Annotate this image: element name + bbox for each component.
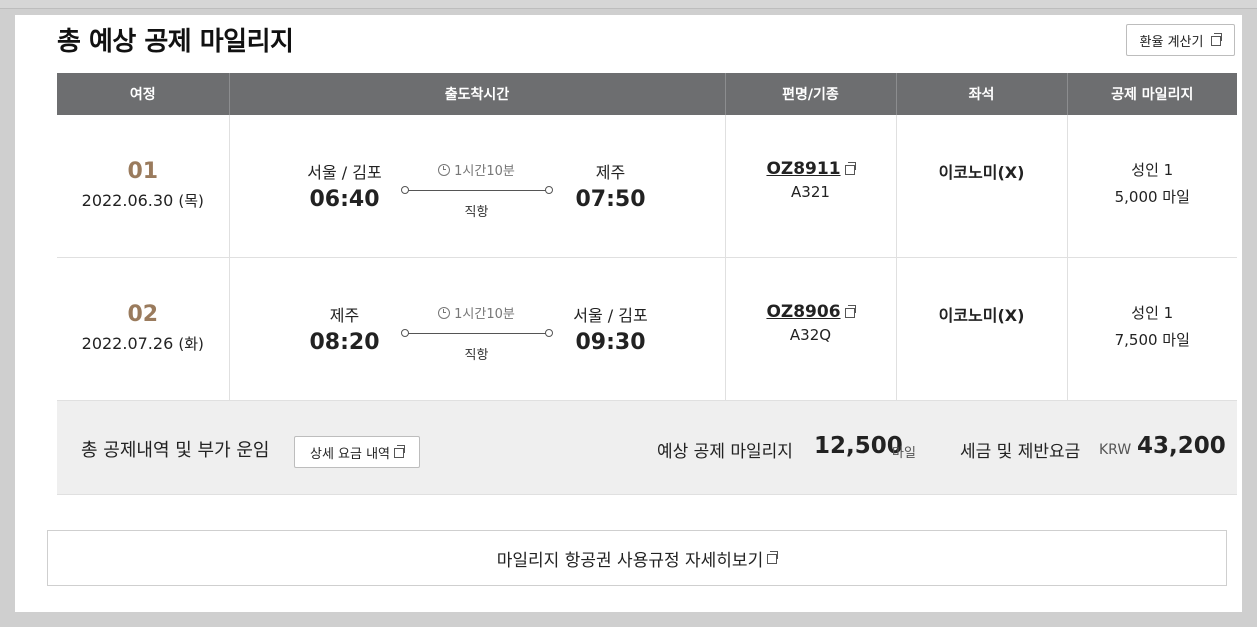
- header-itinerary: 여정: [57, 73, 230, 115]
- exchange-calculator-button[interactable]: 환율 계산기: [1126, 24, 1235, 56]
- itinerary-cell: 01 2022.06.30 (목): [57, 115, 230, 258]
- table-header-row: 여정 출도착시간 편명/기종 좌석 공제 마일리지: [57, 73, 1237, 115]
- mileage-rules-label: 마일리지 항공권 사용규정 자세히보기: [496, 550, 764, 571]
- header-flight-aircraft: 편명/기종: [725, 73, 897, 115]
- tax-value: 43,200: [1137, 433, 1226, 459]
- duration: 1시간10분: [401, 303, 553, 322]
- arrival-city: 제주: [595, 163, 626, 182]
- exchange-calculator-label: 환율 계산기: [1139, 34, 1204, 50]
- segment-date: 2022.07.26 (화): [57, 333, 229, 354]
- flight-number: OZ8906: [766, 302, 841, 322]
- tax-label: 세금 및 제반요금: [960, 442, 1081, 462]
- route-type: 직항: [464, 205, 489, 220]
- duration-value: 1시간10분: [454, 164, 515, 179]
- header-deducted-miles: 공제 마일리지: [1067, 73, 1237, 115]
- flight-number-link[interactable]: OZ8911: [726, 159, 896, 179]
- departure-city: 서울 / 김포: [307, 163, 382, 182]
- route-cell: 제주 08:20 1시간10분 직항 서울 / 김포 09:30: [229, 257, 726, 401]
- clock-icon: [438, 307, 451, 319]
- mileage-rules-button[interactable]: 마일리지 항공권 사용규정 자세히보기: [47, 530, 1227, 586]
- summary-bar: 총 공제내역 및 부가 운임 상세 요금 내역 예상 공제 마일리지 12,50…: [57, 401, 1237, 495]
- estimated-miles-value: 12,500: [814, 433, 903, 459]
- miles-cell: 성인 1 7,500 마일: [1067, 257, 1237, 401]
- external-link-icon: [394, 445, 406, 458]
- seat-class: 이코노미(X): [938, 306, 1025, 325]
- seat-class: 이코노미(X): [938, 163, 1025, 182]
- segment-date: 2022.06.30 (목): [57, 190, 229, 211]
- departure-time: 08:20: [309, 330, 380, 355]
- flight-path: 1시간10분 직항: [400, 303, 553, 363]
- passenger-count: 성인 1: [1131, 161, 1174, 179]
- passenger-count: 성인 1: [1131, 304, 1174, 322]
- tax-currency: KRW: [1099, 442, 1132, 458]
- header-dep-arr-time: 출도착시간: [229, 73, 726, 115]
- flight-number: OZ8911: [766, 159, 841, 179]
- mileage-panel: 총 예상 공제 마일리지 환율 계산기 여정 출도착시간 편명/기종 좌석 공제…: [15, 15, 1242, 612]
- duration: 1시간10분: [401, 160, 553, 179]
- clock-icon: [438, 164, 451, 176]
- page-title: 총 예상 공제 마일리지: [57, 27, 294, 57]
- top-border: [0, 0, 1257, 9]
- external-link-icon: [1211, 33, 1223, 46]
- segment-date-value: 2022.07.26: [81, 334, 174, 353]
- miles-cell: 성인 1 5,000 마일: [1067, 115, 1237, 258]
- route-line: [400, 328, 553, 340]
- flight-cell: OZ8911 A321: [725, 115, 897, 258]
- departure: 서울 / 김포 06:40: [275, 159, 415, 212]
- flight-table: 여정 출도착시간 편명/기종 좌석 공제 마일리지 01 2022.06.30 …: [57, 73, 1237, 401]
- departure: 제주 08:20: [275, 302, 415, 355]
- flight-number-link[interactable]: OZ8906: [726, 302, 896, 322]
- summary-label: 총 공제내역 및 부가 운임: [81, 440, 270, 461]
- route-cell: 서울 / 김포 06:40 1시간10분 직항 제주 07:50: [229, 115, 726, 258]
- arrival-city: 서울 / 김포: [573, 306, 648, 325]
- duration-value: 1시간10분: [454, 307, 515, 322]
- segment-date-value: 2022.06.30: [81, 191, 174, 210]
- estimated-miles-unit: 마일: [892, 446, 916, 461]
- external-link-icon: [767, 551, 779, 564]
- arrival: 제주 07:50: [541, 159, 681, 212]
- deducted-miles: 7,500 마일: [1114, 331, 1190, 349]
- external-link-icon: [844, 305, 856, 318]
- fare-detail-button[interactable]: 상세 요금 내역: [294, 436, 420, 468]
- flight-path: 1시간10분 직항: [400, 160, 553, 220]
- segment-number: 01: [127, 159, 159, 184]
- segment-weekday: (목): [178, 192, 204, 210]
- table-row: 01 2022.06.30 (목) 서울 / 김포 06:40 1시간10분 직…: [57, 115, 1237, 258]
- flight-cell: OZ8906 A32Q: [725, 257, 897, 401]
- route-type: 직항: [464, 348, 489, 363]
- seat-cell: 이코노미(X): [896, 115, 1068, 258]
- arrival-time: 09:30: [575, 330, 646, 355]
- itinerary-cell: 02 2022.07.26 (화): [57, 257, 230, 401]
- fare-detail-label: 상세 요금 내역: [309, 446, 391, 462]
- header-seat: 좌석: [896, 73, 1068, 115]
- estimated-miles-label: 예상 공제 마일리지: [657, 442, 793, 462]
- departure-city: 제주: [329, 306, 360, 325]
- segment-number: 02: [127, 302, 159, 327]
- aircraft-type: A321: [791, 183, 830, 201]
- route-line: [400, 185, 553, 197]
- deducted-miles: 5,000 마일: [1114, 188, 1190, 206]
- seat-cell: 이코노미(X): [896, 257, 1068, 401]
- arrival: 서울 / 김포 09:30: [541, 302, 681, 355]
- arrival-time: 07:50: [575, 187, 646, 212]
- external-link-icon: [844, 162, 856, 175]
- table-row: 02 2022.07.26 (화) 제주 08:20 1시간10분 직항 서울 …: [57, 257, 1237, 401]
- departure-time: 06:40: [309, 187, 380, 212]
- segment-weekday: (화): [178, 335, 204, 353]
- aircraft-type: A32Q: [789, 326, 832, 344]
